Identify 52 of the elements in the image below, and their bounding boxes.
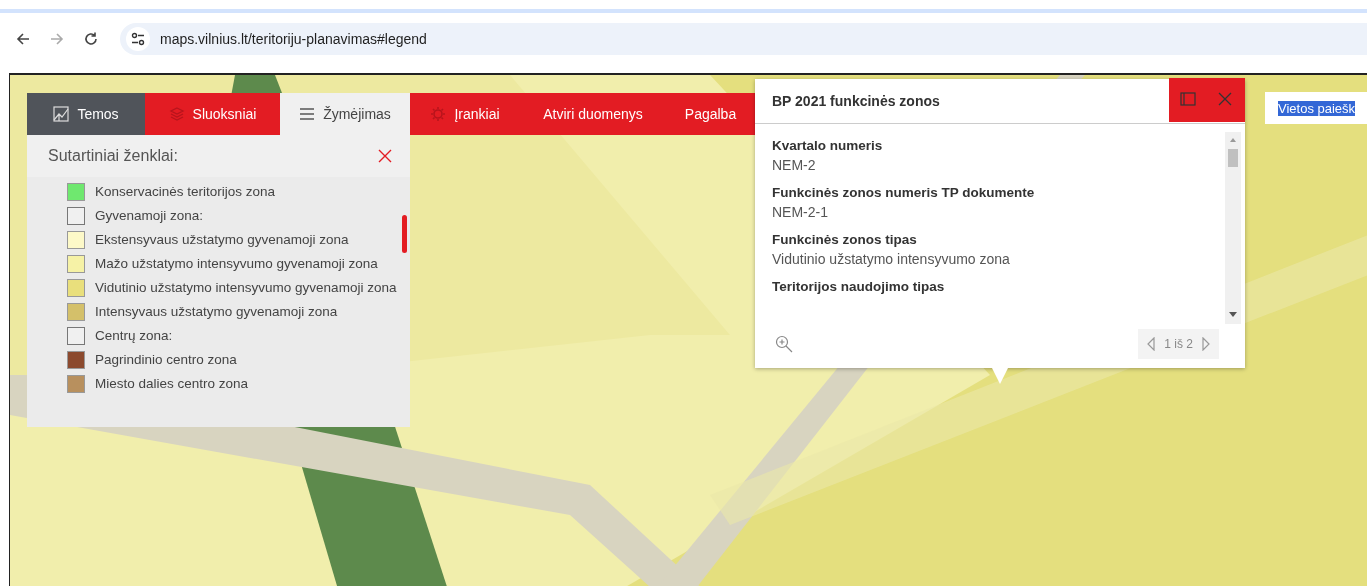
forward-arrow-icon (49, 31, 65, 47)
tab[interactable]: Sluoksniai (145, 93, 280, 135)
zoom-in-icon[interactable] (775, 335, 793, 353)
next-button[interactable] (1201, 337, 1211, 351)
back-arrow-icon (15, 31, 31, 47)
menu-icon (299, 107, 316, 121)
scrollbar-thumb[interactable] (402, 215, 407, 253)
legend-label: Centrų zona: (95, 328, 173, 344)
address-bar[interactable]: maps.vilnius.lt/teritoriju-planavimas#legend (120, 23, 1367, 55)
popup-title: BP 2021 funkcinės zonos (771, 93, 941, 109)
field-label: Kvartalo numeris (772, 138, 884, 153)
legend-swatch (67, 327, 85, 345)
field-label: Funkcinės zonos numeris TP dokumente (772, 185, 1036, 200)
legend-title: Sutartiniai ženklai: (48, 147, 178, 165)
close-button[interactable] (378, 149, 392, 163)
map-frame-icon (53, 106, 70, 122)
close-icon (378, 149, 392, 163)
gear-icon (430, 106, 447, 122)
panel-icon (1180, 92, 1196, 106)
legend-swatch (67, 207, 85, 225)
url-text: maps.vilnius.lt/teritoriju-planavimas#legend (160, 31, 427, 47)
legend-label: Intensyvaus užstatymo gyvenamoji zona (95, 304, 338, 320)
previous-icon (1146, 337, 1157, 351)
field-value: Vidutinio užstatymo intensyvumo zona (772, 251, 1011, 267)
tab[interactable]: Temos (27, 93, 145, 135)
dock-button[interactable] (1180, 92, 1196, 108)
close-button[interactable] (1218, 92, 1234, 108)
scrollbar[interactable] (1225, 132, 1241, 324)
reload-icon (83, 31, 99, 47)
site-info-button[interactable] (126, 27, 150, 51)
field-value: NEM-2-1 (772, 204, 829, 220)
field-label: Funkcinės zonos tipas (772, 232, 918, 247)
legend-label: Mažo užstatymo intensyvumo gyvenamoji zona (95, 256, 378, 272)
previous-button[interactable] (1146, 337, 1157, 351)
tab[interactable]: Atviri duomenys (520, 93, 666, 135)
tab[interactable]: Pagalba (666, 93, 755, 135)
close-icon (1218, 92, 1232, 106)
legend-label: Konservacinės teritorijos zona (95, 184, 276, 200)
legend-label: Pagrindinio centro zona (95, 352, 237, 368)
legend-label: Vidutinio užstatymo intensyvumo gyvenamoji zona (95, 280, 397, 296)
legend-label: Gyvenamoji zona: (95, 208, 204, 224)
tab[interactable]: Įrankiai (410, 93, 520, 135)
next-icon (1201, 337, 1211, 351)
search-field[interactable]: Vietos paiešk (1278, 101, 1356, 116)
tab[interactable]: Žymėjimas (280, 93, 410, 135)
page-counter: 1 iš 2 (1164, 337, 1193, 351)
field-value: NEM-2 (772, 157, 817, 173)
layers-icon (168, 106, 185, 122)
field-label: Teritorijos naudojimo tipas (772, 279, 946, 294)
sliders-icon (131, 32, 145, 46)
legend-label: Ekstensyvaus užstatymo gyvenamoji zona (95, 232, 349, 248)
legend-label: Miesto dalies centro zona (95, 376, 249, 392)
